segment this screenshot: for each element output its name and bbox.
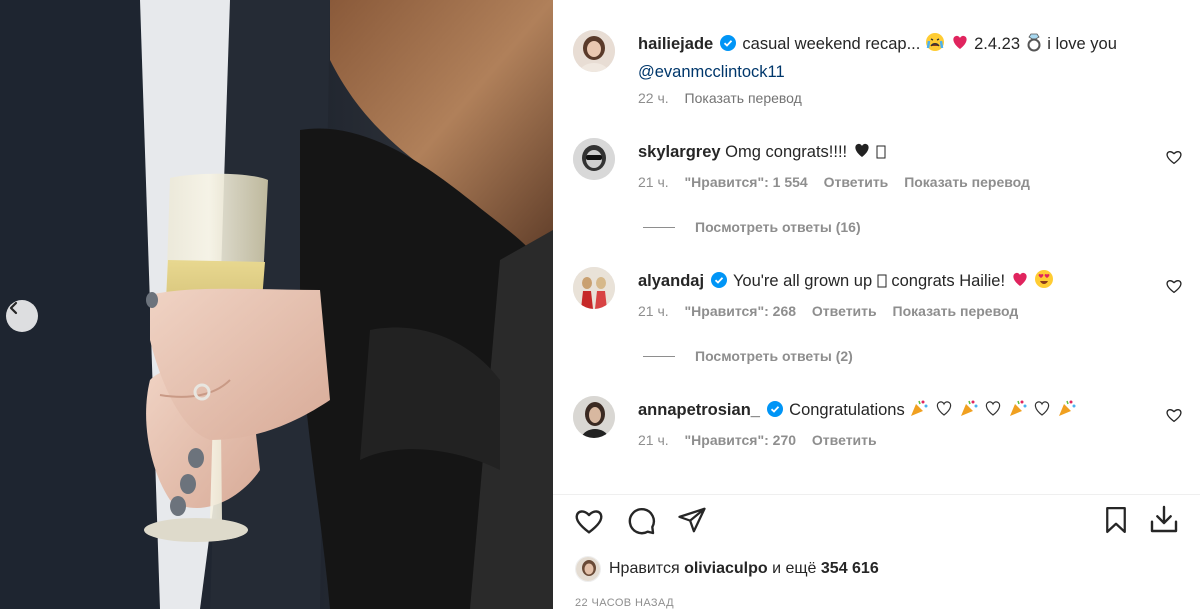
action-bar: Нравится oliviaculpo и ещё 354 616 22 ЧА… [553,494,1200,609]
caption: hailiejade casual weekend recap... 2.4.2… [573,30,1183,110]
comment-time[interactable]: 21 ч. [638,174,669,190]
reply-button[interactable]: Ответить [824,174,889,190]
comment-likes[interactable]: "Нравится": 268 [685,303,796,319]
caption-meta: 22 ч. Показать перевод [638,90,814,106]
party-popper-emoji-icon [959,398,979,426]
verified-icon [766,401,783,417]
comment-icon[interactable] [625,505,657,537]
translate-button[interactable]: Показать перевод [904,174,1030,190]
post-panel: hailiejade casual weekend recap... 2.4.2… [553,0,1200,609]
view-replies-button[interactable]: Посмотреть ответы (16) [643,219,861,235]
comments-list[interactable]: hailiejade casual weekend recap... 2.4.2… [553,0,1200,494]
chevron-left-icon [9,301,18,315]
comment-body: You're all grown up [732,272,873,290]
verified-icon [710,272,727,288]
download-icon[interactable] [1148,503,1180,535]
comment-skylargrey: skylargrey Omg congrats!!!! 21 ч. "Нрави… [573,138,1183,248]
like-comment-heart-icon[interactable] [1165,277,1183,295]
white-heart-emoji-icon [983,398,1003,426]
view-replies-label: Посмотреть ответы (2) [695,348,853,364]
like-comment-heart-icon[interactable] [1165,406,1183,424]
comment-time[interactable]: 21 ч. [638,432,669,448]
heart-icon[interactable] [573,505,605,537]
white-heart-emoji-icon [1032,398,1052,426]
comment-annapetrosian: annapetrosian_ Congratulations 21 ч. "Нр… [573,396,1183,466]
caption-body: casual weekend recap... [742,35,921,53]
comment-time[interactable]: 21 ч. [638,303,669,319]
black-heart-emoji-icon [852,140,872,168]
comment-likes[interactable]: "Нравится": 270 [685,432,796,448]
comment-body: Omg congrats!!!! [725,143,848,161]
post-timestamp[interactable]: 22 ЧАСОВ НАЗАД [575,597,674,609]
view-replies-label: Посмотреть ответы (16) [695,219,861,235]
comment-meta: 21 ч. "Нравится": 1 554 Ответить Показат… [638,174,1042,190]
replies-divider [643,226,675,228]
comment-meta: 21 ч. "Нравится": 270 Ответить [638,432,889,448]
ring-emoji-icon [1025,32,1043,60]
heart-eyes-emoji-icon [1034,269,1054,297]
share-icon[interactable] [677,505,707,535]
previous-image-button[interactable] [6,300,38,332]
liker-avatar[interactable] [575,556,601,582]
view-replies-button[interactable]: Посмотреть ответы (2) [643,348,853,364]
red-heart-emoji-icon [1010,269,1030,297]
likes-suffix: и ещё [772,560,817,577]
red-heart-emoji-icon [950,32,970,60]
reply-button[interactable]: Ответить [812,303,877,319]
avatar[interactable] [573,396,615,438]
caption-translate-button[interactable]: Показать перевод [685,90,802,106]
replies-divider [643,355,675,357]
missing-glyph-icon [876,143,886,168]
caption-love: i love you [1047,35,1117,53]
white-heart-emoji-icon [934,398,954,426]
bookmark-icon[interactable] [1101,505,1131,535]
comment-meta: 21 ч. "Нравится": 268 Ответить Показать … [638,303,1030,319]
like-comment-heart-icon[interactable] [1165,148,1183,166]
comment-username[interactable]: skylargrey [638,143,721,161]
verified-icon [719,35,736,51]
comment-username[interactable]: annapetrosian_ [638,401,760,419]
translate-button[interactable]: Показать перевод [893,303,1019,319]
comment-alyandaj: alyandaj You're all grown up congrats Ha… [573,267,1183,377]
reply-button[interactable]: Ответить [812,432,877,448]
comment-likes[interactable]: "Нравится": 1 554 [685,174,808,190]
crying-emoji-icon [925,32,945,60]
caption-time[interactable]: 22 ч. [638,90,669,106]
party-popper-emoji-icon [909,398,929,426]
photo-image [0,0,553,609]
likes-user[interactable]: oliviaculpo [684,560,768,578]
likes-count[interactable]: 354 616 [821,560,879,578]
caption-text: hailiejade casual weekend recap... 2.4.2… [638,32,1158,85]
caption-username[interactable]: hailiejade [638,35,713,53]
avatar[interactable] [573,30,615,72]
comment-username[interactable]: alyandaj [638,272,704,290]
caption-date: 2.4.23 [974,35,1020,53]
comment-text: skylargrey Omg congrats!!!! [638,140,1158,168]
comment-body-2: congrats Hailie! [891,272,1006,290]
post-photo [0,0,553,609]
likes-summary: Нравится oliviaculpo и ещё 354 616 [575,556,879,582]
comment-text: annapetrosian_ Congratulations [638,398,1158,426]
party-popper-emoji-icon [1008,398,1028,426]
avatar[interactable] [573,138,615,180]
avatar[interactable] [573,267,615,309]
missing-glyph-icon [877,272,887,297]
comment-text: alyandaj You're all grown up congrats Ha… [638,269,1158,297]
caption-mention[interactable]: @evanmcclintock11 [638,63,785,81]
comment-body: Congratulations [789,401,905,419]
likes-prefix: Нравится [609,560,680,577]
party-popper-emoji-icon [1057,398,1077,426]
